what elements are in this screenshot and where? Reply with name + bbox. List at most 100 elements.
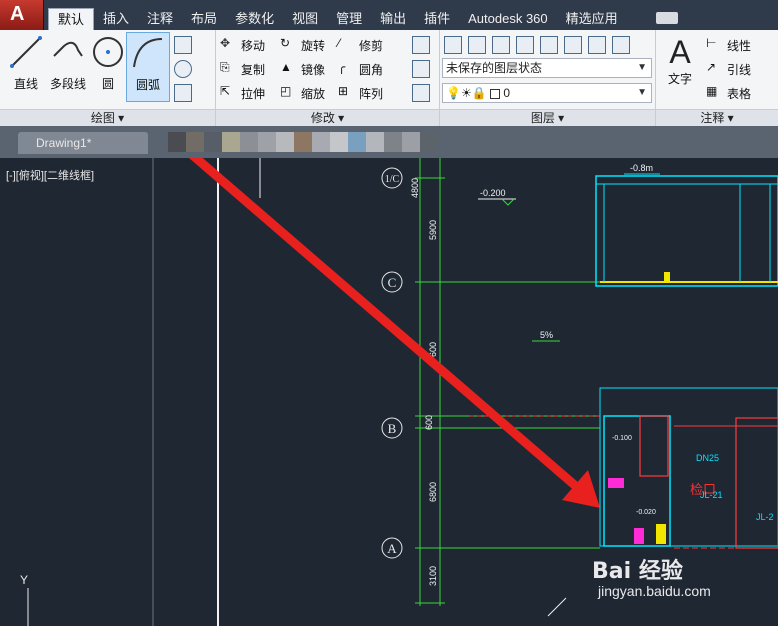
tab-featured-apps[interactable]: 精选应用: [557, 8, 627, 30]
scale-tool[interactable]: ◰ 缩放: [280, 82, 325, 104]
explode-tool[interactable]: [412, 58, 430, 80]
stretch-icon: ⇱: [220, 84, 231, 98]
tab-view[interactable]: 视图: [283, 8, 327, 30]
layer-match-icon[interactable]: [588, 36, 606, 54]
rectangle-tool[interactable]: [174, 34, 192, 56]
leader-tool[interactable]: ↗ 引线: [706, 58, 751, 80]
draw-panel-title[interactable]: 绘图 ▾: [0, 109, 215, 126]
layer-select[interactable]: 💡☀🔒 0 ▼: [442, 83, 652, 103]
tab-plugins[interactable]: 插件: [415, 8, 459, 30]
explode-icon: [412, 60, 430, 78]
offset-tool[interactable]: [412, 82, 430, 104]
layer-panel-title[interactable]: 图层 ▾: [440, 109, 655, 126]
tab-autodesk360[interactable]: Autodesk 360: [459, 8, 557, 30]
hatch-tool[interactable]: [174, 82, 192, 104]
copy-label: 复制: [241, 62, 266, 77]
array-tool[interactable]: ⊞ 阵列: [338, 82, 383, 104]
blur-swatch: [168, 132, 186, 152]
modify-panel-title[interactable]: 修改 ▾: [216, 109, 439, 126]
blur-swatch: [420, 132, 438, 152]
draw-panel: 直线 多段线 圆 圆弧 绘图 ▾: [0, 30, 216, 126]
tab-insert[interactable]: 插入: [94, 8, 138, 30]
ribbon: 直线 多段线 圆 圆弧 绘图 ▾ ✥ 移动 ↻ 旋转 ⁄ 修剪 ⎘ 复制 ▲ 镜像 ╭ 圆角…: [0, 30, 778, 126]
tab-default[interactable]: 默认: [48, 8, 95, 30]
ribbon-tabs: 默认 插入 注释 布局 参数化 视图 管理 输出 插件 Autodesk 360…: [48, 8, 627, 30]
annotation-panel-title[interactable]: 注释 ▾: [656, 109, 778, 126]
arc-label: 圆弧: [135, 78, 160, 92]
elevation-label-1: -0.200: [480, 188, 506, 198]
circle-tool[interactable]: 圆: [86, 32, 130, 102]
erase-tool[interactable]: [412, 34, 430, 56]
modify-panel: ✥ 移动 ↻ 旋转 ⁄ 修剪 ⎘ 复制 ▲ 镜像 ╭ 圆角 ⇱ 拉伸 ◰ 缩放 ⊞ 阵列 修改 ▾: [216, 30, 440, 126]
offset-icon: [412, 84, 430, 102]
text-icon: A: [669, 34, 691, 70]
pipe-label: DN25: [696, 453, 719, 463]
ellipse-tool[interactable]: [174, 58, 192, 80]
blur-swatch: [240, 132, 258, 152]
layer-isolate-icon[interactable]: [516, 36, 534, 54]
move-tool[interactable]: ✥ 移动: [220, 34, 265, 56]
app-menu-button[interactable]: A: [0, 0, 44, 30]
blur-swatch: [294, 132, 312, 152]
title-menu-bar: A 默认 插入 注释 布局 参数化 视图 管理 输出 插件 Autodesk 3…: [0, 0, 778, 30]
trim-tool[interactable]: ⁄ 修剪: [338, 34, 383, 56]
dim-5900: 5900: [428, 220, 438, 240]
layer-properties-icon[interactable]: [444, 36, 462, 54]
blur-swatch: [258, 132, 276, 152]
move-icon: ✥: [220, 36, 231, 50]
dim-4800: 4800: [410, 178, 420, 198]
polyline-tool[interactable]: 多段线: [46, 32, 90, 102]
layer-lock-icon[interactable]: [564, 36, 582, 54]
layer-freeze-icon[interactable]: [540, 36, 558, 54]
baidu-logo: Bai 经验: [592, 559, 683, 584]
rectangle-icon: [174, 36, 192, 54]
mirror-label: 镜像: [301, 62, 326, 77]
baidu-watermark: Bai 经验 jingyan.baidu.com: [592, 553, 711, 599]
blur-swatch: [204, 132, 222, 152]
arc-tool[interactable]: 圆弧: [126, 32, 170, 102]
layer-off-icon[interactable]: [492, 36, 510, 54]
layer-tools-row: [444, 34, 630, 56]
rotate-tool[interactable]: ↻ 旋转: [280, 34, 325, 56]
hatch-icon: [174, 84, 192, 102]
polyline-icon: [53, 41, 83, 57]
mirror-tool[interactable]: ▲ 镜像: [280, 58, 325, 80]
blur-swatch: [402, 132, 420, 152]
line-icon: [10, 36, 42, 68]
tab-annotate[interactable]: 注释: [138, 8, 182, 30]
tab-parametric[interactable]: 参数化: [226, 8, 283, 30]
dim-6800: 6800: [428, 482, 438, 502]
linear-label: 线性: [727, 38, 752, 53]
table-tool[interactable]: ▦ 表格: [706, 82, 751, 104]
circle-icon: [93, 37, 123, 67]
baidu-url: jingyan.baidu.com: [598, 583, 711, 599]
line-label: 直线: [13, 77, 38, 91]
layer-state-select[interactable]: 未保存的图层状态 ▼: [442, 58, 652, 78]
layer-unisolate-icon[interactable]: [612, 36, 630, 54]
document-tab[interactable]: Drawing1*: [18, 132, 148, 154]
tab-layout[interactable]: 布局: [182, 8, 226, 30]
move-label: 移动: [241, 38, 266, 53]
copy-icon: ⎘: [220, 60, 230, 74]
grid-label-c: C: [388, 275, 397, 290]
copy-tool[interactable]: ⎘ 复制: [220, 58, 265, 80]
line-tool[interactable]: 直线: [4, 32, 48, 102]
tab-output[interactable]: 输出: [371, 8, 415, 30]
fillet-tool[interactable]: ╭ 圆角: [338, 58, 383, 80]
layer-state-icon[interactable]: [468, 36, 486, 54]
blur-swatch: [366, 132, 384, 152]
blur-swatch: [312, 132, 330, 152]
tab-manage[interactable]: 管理: [327, 8, 371, 30]
blur-swatch: [222, 132, 240, 152]
leader-icon: ↗: [706, 60, 717, 74]
blur-swatch: [276, 132, 294, 152]
stretch-tool[interactable]: ⇱ 拉伸: [220, 82, 265, 104]
table-label: 表格: [727, 86, 752, 101]
slope-label: 5%: [540, 330, 553, 340]
minimize-ribbon-button[interactable]: [656, 12, 678, 24]
ellipse-icon: [174, 60, 192, 78]
linear-dim-tool[interactable]: ⊢ 线性: [706, 34, 751, 56]
linear-dim-icon: ⊢: [706, 36, 717, 50]
grid-label-a: A: [387, 541, 397, 556]
text-tool[interactable]: A 文字: [660, 34, 700, 104]
